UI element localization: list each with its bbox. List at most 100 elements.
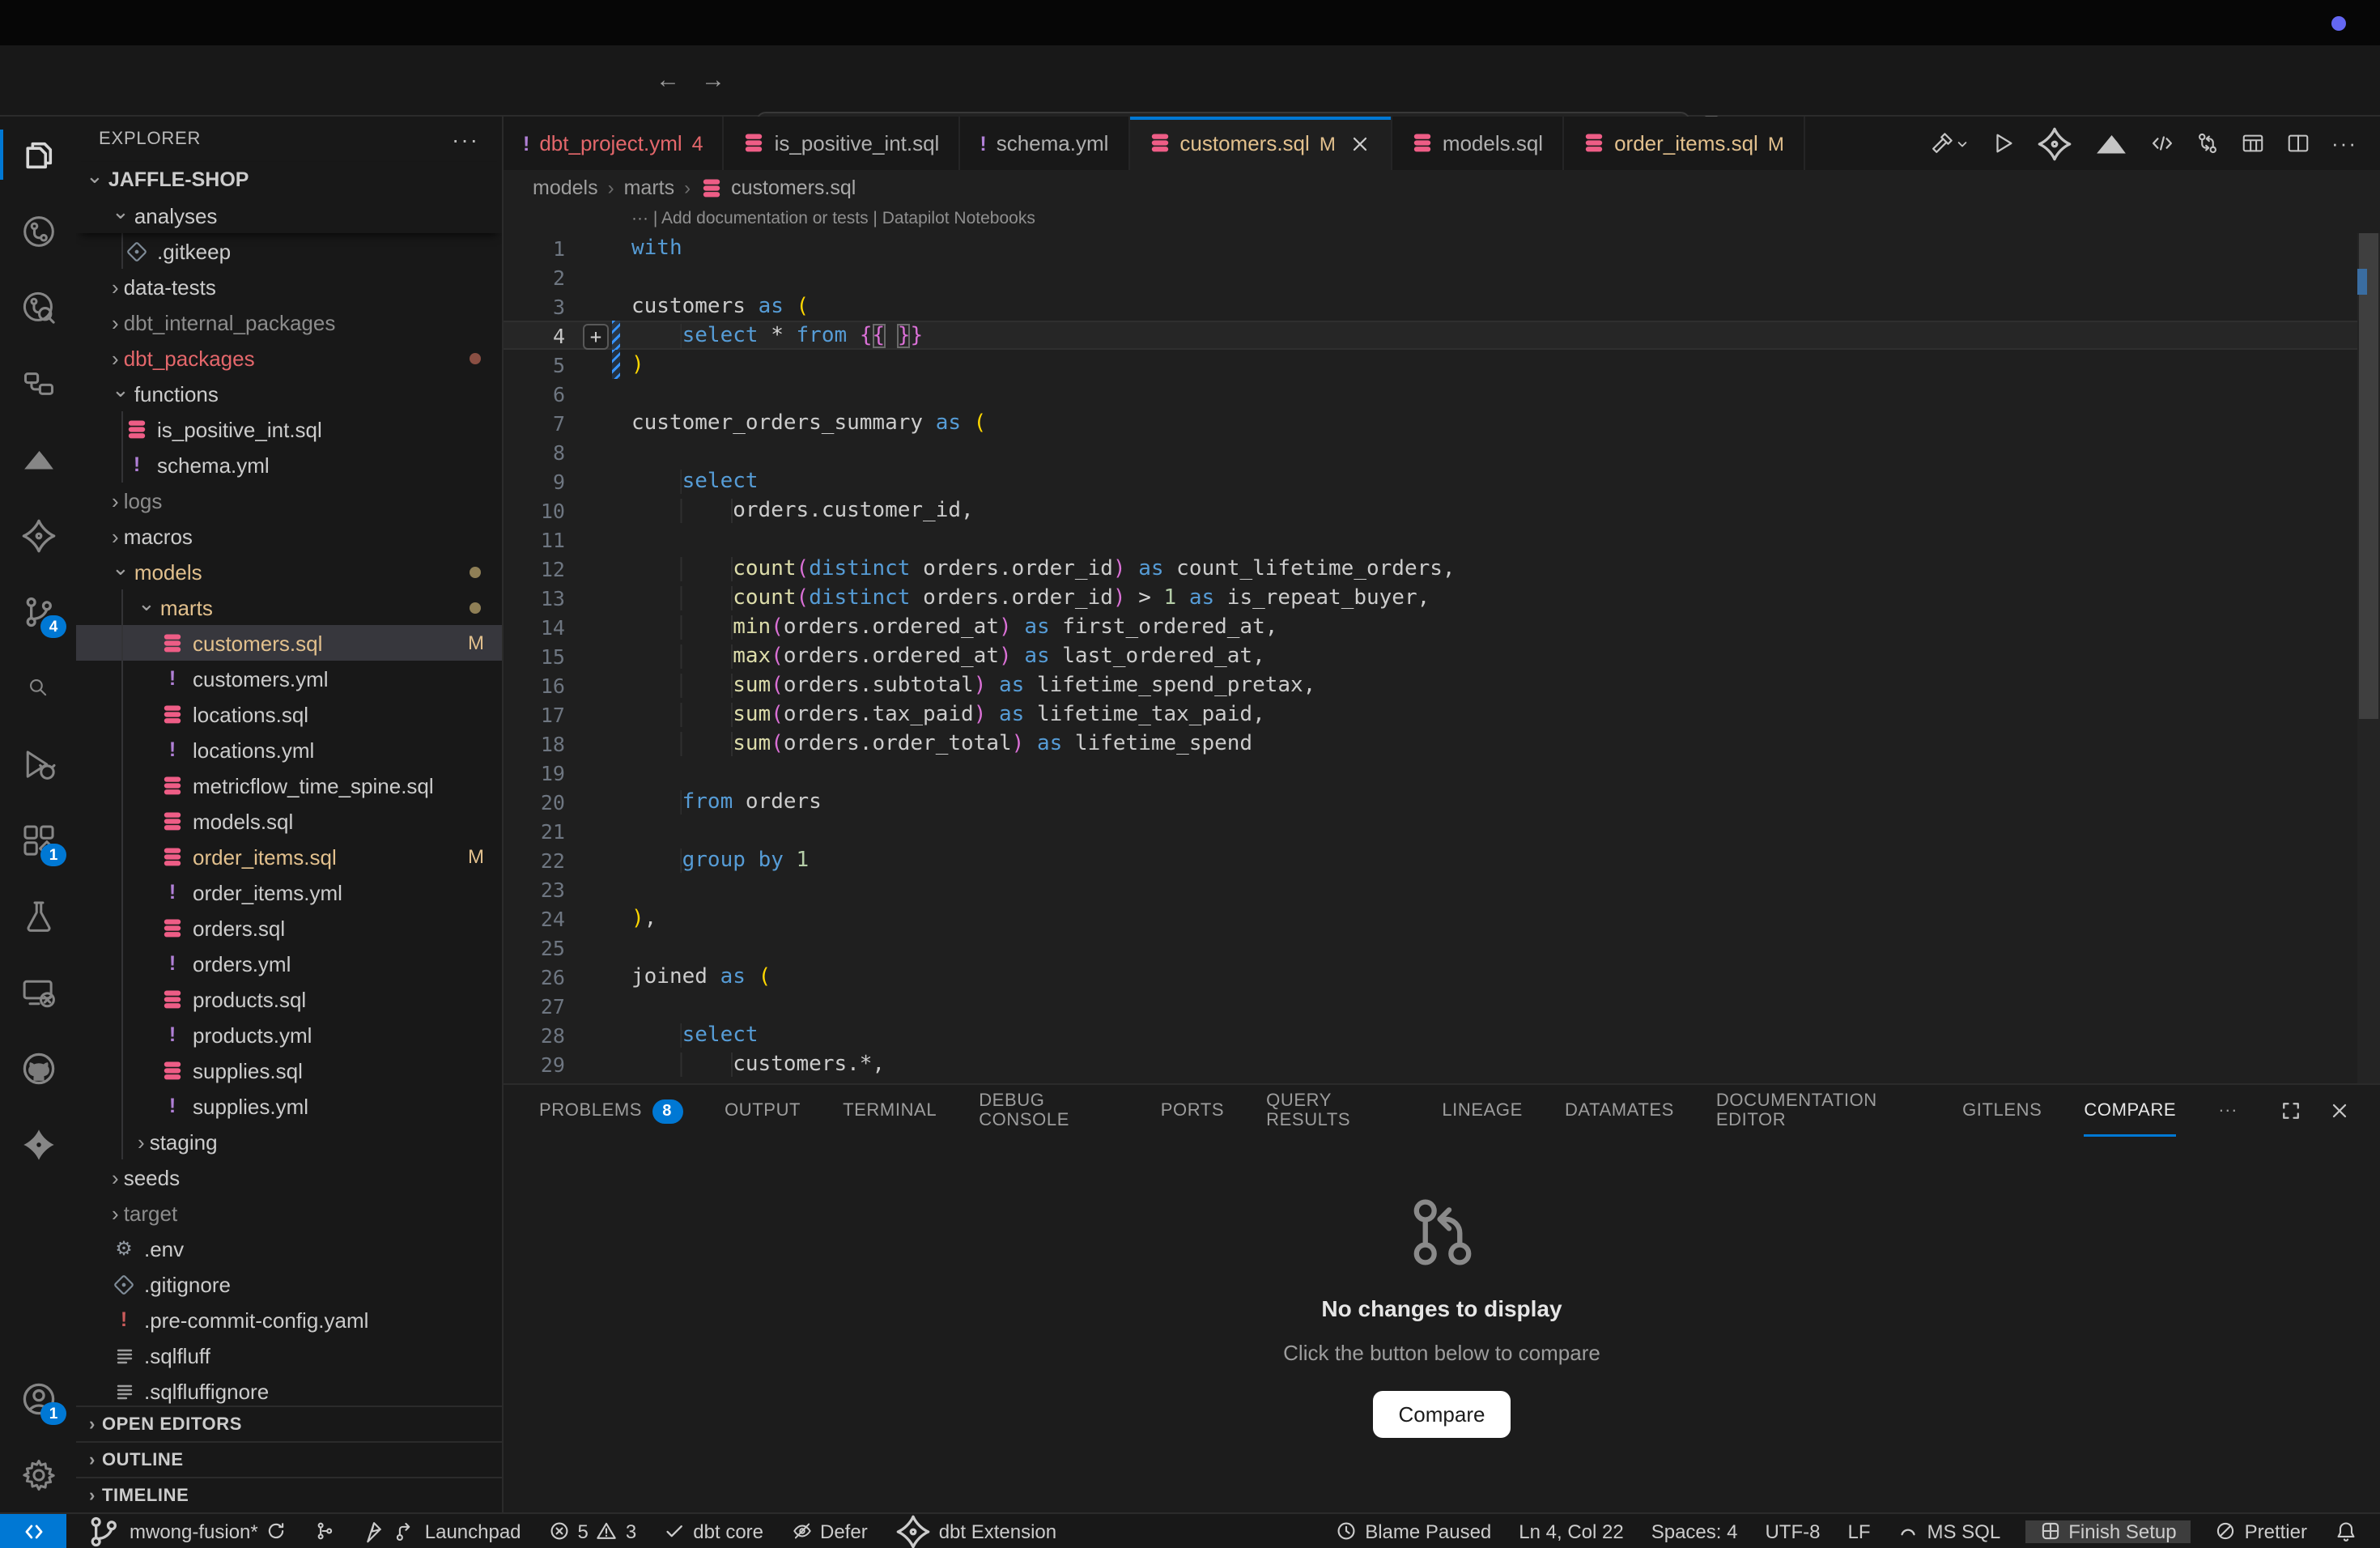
close-icon[interactable] (1349, 132, 1371, 155)
line-number[interactable]: 3 (504, 294, 565, 318)
tree-item-customers.sql[interactable]: customers.sqlM (76, 625, 502, 661)
panel-tab-datamates[interactable]: DATAMATES (1565, 1085, 1674, 1137)
action-git-compare[interactable] (2195, 131, 2220, 155)
line-number[interactable]: 2 (504, 265, 565, 289)
code-line-13[interactable]: 13 count(distinct orders.order_id) > 1 a… (504, 583, 2357, 612)
line-number[interactable]: 8 (504, 440, 565, 464)
code-line-23[interactable]: 23 (504, 874, 2357, 904)
line-number[interactable]: 17 (504, 702, 565, 726)
line-number[interactable]: 23 (504, 877, 565, 901)
line-number[interactable]: 13 (504, 585, 565, 610)
code-line-4[interactable]: 4+ select * from {{ }} (504, 321, 2357, 350)
line-number[interactable]: 5 (504, 352, 565, 376)
line-number[interactable]: 28 (504, 1023, 565, 1047)
tree-item-order_items.sql[interactable]: order_items.sqlM (76, 839, 502, 874)
code-line-5[interactable]: 5) (504, 350, 2357, 379)
tree-item-.pre-commit-config.yaml[interactable]: !.pre-commit-config.yaml (76, 1302, 502, 1337)
tree-item-customers.yml[interactable]: !customers.yml (76, 661, 502, 696)
status-indentation[interactable]: Spaces: 4 (1648, 1520, 1741, 1542)
line-number[interactable]: 20 (504, 789, 565, 814)
code-line-1[interactable]: 1with (504, 233, 2357, 262)
tree-item-seeds[interactable]: ›seeds (76, 1159, 502, 1195)
tab-customers-sql[interactable]: customers.sqlM (1129, 117, 1392, 170)
tree-item-schema.yml[interactable]: !schema.yml (76, 447, 502, 483)
line-number[interactable]: 25 (504, 935, 565, 959)
tree-item-.gitkeep[interactable]: .gitkeep (76, 233, 502, 269)
status-git-branch[interactable]: mwong-fusion* (83, 1513, 291, 1548)
tree-item-models[interactable]: ⌄models (76, 554, 502, 589)
activity-item-query-analysis[interactable] (0, 269, 76, 345)
add-line-button[interactable]: + (583, 324, 609, 350)
activity-item-github[interactable] (0, 1030, 76, 1106)
status-notifications[interactable] (2331, 1520, 2361, 1542)
line-number[interactable]: 29 (504, 1052, 565, 1076)
activity-item-dbt-alt[interactable] (0, 1106, 76, 1182)
close-panel-icon[interactable] (2328, 1099, 2351, 1122)
tree-item-dbt_internal_packages[interactable]: ›dbt_internal_packages (76, 304, 502, 340)
panel-tab-ports[interactable]: PORTS (1161, 1085, 1224, 1137)
status-dbt-extension[interactable]: dbt Extension (892, 1513, 1060, 1548)
navigate-back-icon[interactable]: ← (656, 66, 680, 94)
tree-item-.env[interactable]: ⚙.env (76, 1231, 502, 1266)
status-language-mode[interactable]: MS SQL (1895, 1520, 2004, 1542)
code-line-28[interactable]: 28 select (504, 1020, 2357, 1049)
action-query-results[interactable] (2241, 131, 2265, 155)
action-compiled-code[interactable] (2150, 131, 2174, 155)
action-dbt-build[interactable] (1930, 131, 1970, 155)
breadcrumb[interactable]: models › marts › customers.sql (504, 170, 2380, 206)
code-line-27[interactable]: 27 (504, 991, 2357, 1020)
code-line-29[interactable]: 29 customers.*, (504, 1049, 2357, 1078)
panel-tab-compare[interactable]: COMPARE (2084, 1085, 2176, 1137)
line-number[interactable]: 4 (504, 323, 565, 347)
status-problems[interactable]: 53 (546, 1520, 640, 1542)
code-line-3[interactable]: 3customers as ( (504, 291, 2357, 321)
line-number[interactable]: 6 (504, 381, 565, 406)
compare-button[interactable]: Compare (1373, 1391, 1511, 1438)
panel-tab-lineage[interactable]: LINEAGE (1442, 1085, 1523, 1137)
code-line-2[interactable]: 2 (504, 262, 2357, 291)
tree-item-functions[interactable]: ⌄functions (76, 376, 502, 411)
panel-tab-documentation-editor[interactable]: DOCUMENTATION EDITOR (1716, 1085, 1920, 1137)
tab-schema-yml[interactable]: !schema.yml (960, 117, 1129, 170)
line-number[interactable]: 15 (504, 644, 565, 668)
status-encoding[interactable]: UTF-8 (1762, 1520, 1823, 1542)
scrollbar-thumb[interactable] (2359, 233, 2378, 719)
activity-item-remote-explorer[interactable] (0, 954, 76, 1030)
tree-item-jaffle-shop[interactable]: ⌄JAFFLE-SHOP (76, 162, 502, 198)
code-line-26[interactable]: 26joined as ( (504, 962, 2357, 991)
tree-item-metricflow_time_spine.sql[interactable]: metricflow_time_spine.sql (76, 768, 502, 803)
navigate-forward-icon[interactable]: → (701, 66, 725, 94)
panel-tab-debug-console[interactable]: DEBUG CONSOLE (979, 1085, 1119, 1137)
code-line-9[interactable]: 9 select (504, 466, 2357, 495)
section-open-editors[interactable]: ›OPEN EDITORS (76, 1406, 502, 1441)
activity-item-search[interactable] (0, 649, 76, 725)
code-line-25[interactable]: 25 (504, 933, 2357, 962)
code-line-15[interactable]: 15 max(orders.ordered_at) as last_ordere… (504, 641, 2357, 670)
tree-item-target[interactable]: ›target (76, 1195, 502, 1231)
status-eol[interactable]: LF (1844, 1520, 1873, 1542)
tree-item-dbt_packages[interactable]: ›dbt_packages (76, 340, 502, 376)
tree-item-order_items.yml[interactable]: !order_items.yml (76, 874, 502, 910)
code-line-8[interactable]: 8 (504, 437, 2357, 466)
tab-models-sql[interactable]: models.sql (1392, 117, 1564, 170)
panel-tab-problems[interactable]: PROBLEMS8 (539, 1085, 682, 1137)
line-number[interactable]: 14 (504, 615, 565, 639)
tab-order_items-sql[interactable]: order_items.sqlM (1564, 117, 1805, 170)
tree-item-locations.sql[interactable]: locations.sql (76, 696, 502, 732)
tree-item-staging[interactable]: ›staging (76, 1124, 502, 1159)
activity-item-extensions[interactable]: 1 (0, 802, 76, 878)
tree-item-data-tests[interactable]: ›data-tests (76, 269, 502, 304)
section-outline[interactable]: ›OUTLINE (76, 1441, 502, 1477)
code-line-12[interactable]: 12 count(distinct orders.order_id) as co… (504, 554, 2357, 583)
breadcrumb-models[interactable]: models (533, 176, 598, 199)
line-number[interactable]: 1 (504, 236, 565, 260)
line-number[interactable]: 26 (504, 964, 565, 989)
status-dbt-core[interactable]: dbt core (661, 1520, 767, 1542)
action-run-query[interactable] (1991, 131, 2016, 155)
line-number[interactable]: 10 (504, 498, 565, 522)
activity-item-run-and-debug[interactable] (0, 725, 76, 802)
activity-item-lineage[interactable] (0, 193, 76, 269)
tree-item-products.yml[interactable]: !products.yml (76, 1017, 502, 1053)
tab-dbt_project-yml[interactable]: !dbt_project.yml4 (504, 117, 725, 170)
line-number[interactable]: 18 (504, 731, 565, 755)
